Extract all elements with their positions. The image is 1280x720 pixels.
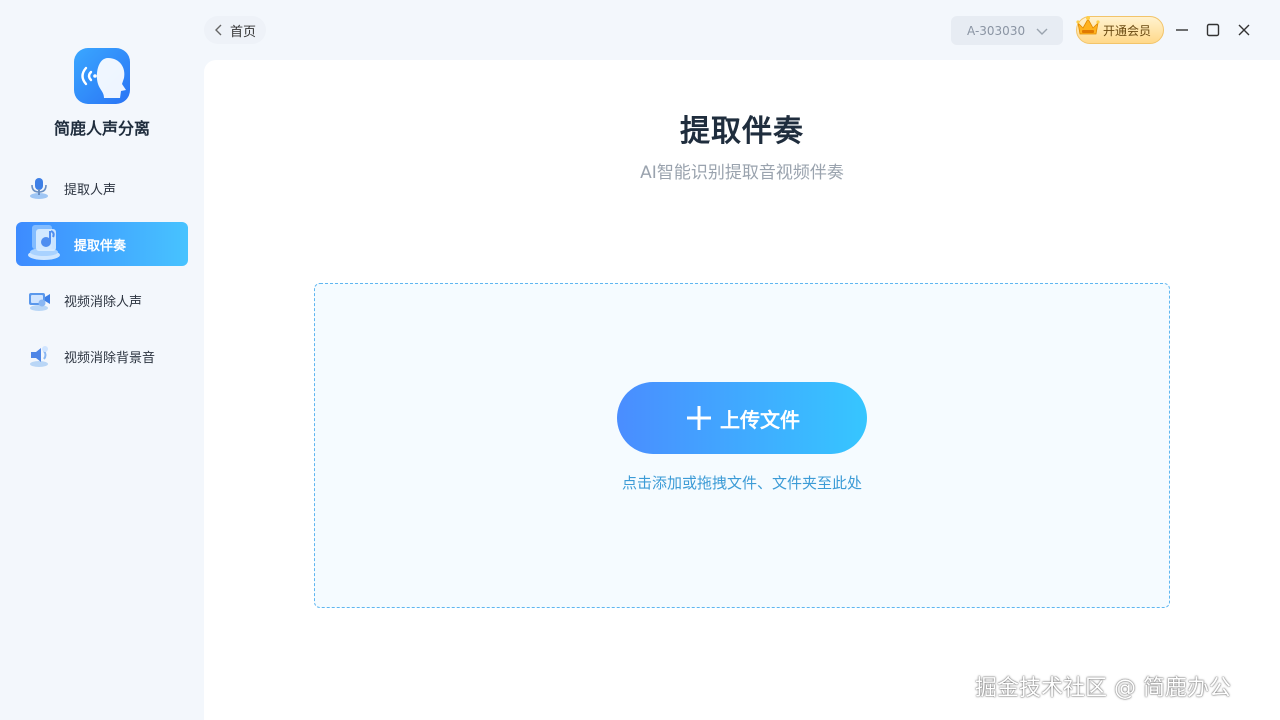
account-id: A-303030 [967, 23, 1026, 38]
accompaniment-icon [28, 225, 60, 260]
sidebar-item-label: 视频消除背景音 [64, 350, 156, 366]
chevron-left-icon [215, 24, 222, 36]
page-subtitle: AI智能识别提取音视频伴奏 [640, 163, 844, 183]
vip-membership-button[interactable]: 开通会员 [1076, 16, 1164, 44]
sidebar-item-label: 提取人声 [64, 182, 117, 198]
app-name: 简鹿人声分离 [53, 119, 150, 138]
chevron-down-icon [1036, 28, 1048, 35]
back-label: 首页 [230, 24, 257, 40]
drop-hint: 点击添加或拖拽文件、文件夹至此处 [621, 474, 862, 492]
maximize-button[interactable] [1203, 20, 1223, 40]
video-voice-remove-icon [29, 293, 50, 311]
back-home-button[interactable]: 首页 [204, 16, 267, 44]
close-icon [1238, 24, 1250, 36]
page-title: 提取伴奏 [680, 114, 804, 149]
minimize-icon [1176, 29, 1188, 31]
upload-label: 上传文件 [720, 407, 800, 432]
sidebar-item-extract-accompaniment[interactable]: 提取伴奏 [16, 222, 188, 266]
app-window: 简鹿人声分离 提取人声 提取伴奏 视频消除人声 视频消除背景音 首页 A-303… [0, 0, 1280, 720]
minimize-button[interactable] [1172, 20, 1192, 40]
sidebar-item-label: 视频消除人声 [64, 294, 143, 310]
upload-file-button[interactable]: 上传文件 [617, 382, 867, 454]
vip-label: 开通会员 [1103, 23, 1152, 38]
file-drop-zone[interactable]: 上传文件 点击添加或拖拽文件、文件夹至此处 [314, 283, 1170, 608]
sidebar-item-video-remove-vocals[interactable]: 视频消除人声 [16, 278, 188, 322]
app-logo [74, 48, 130, 104]
main-panel: 提取伴奏 AI智能识别提取音视频伴奏 上传文件 点击添加或拖拽文件、文件夹至此处 [204, 60, 1280, 720]
plus-icon [687, 406, 711, 430]
crown-icon [1076, 16, 1100, 35]
sidebar: 简鹿人声分离 提取人声 提取伴奏 视频消除人声 视频消除背景音 [0, 0, 204, 720]
video-bgm-remove-icon [30, 346, 48, 367]
watermark: 掘金技术社区 @ 简鹿办公 [975, 676, 1231, 701]
microphone-icon [30, 178, 48, 199]
maximize-icon [1206, 23, 1220, 37]
sidebar-item-label: 提取伴奏 [74, 238, 127, 254]
voice-head-icon [81, 58, 126, 98]
close-button[interactable] [1234, 20, 1254, 40]
sidebar-item-extract-vocals[interactable]: 提取人声 [16, 166, 188, 210]
account-dropdown[interactable]: A-303030 [951, 16, 1063, 45]
sidebar-item-video-remove-bgm[interactable]: 视频消除背景音 [16, 334, 188, 378]
